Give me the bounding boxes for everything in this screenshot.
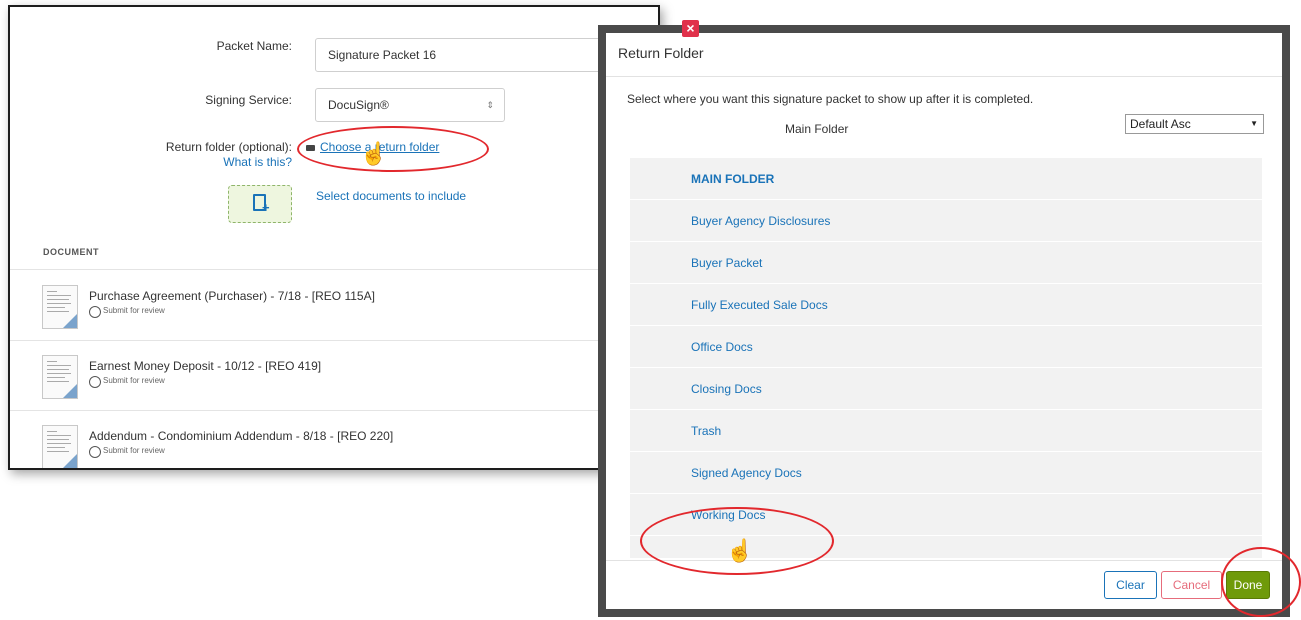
divider <box>10 410 658 411</box>
signing-service-select[interactable]: DocuSign® ⇕ <box>315 88 505 122</box>
close-icon[interactable]: × <box>682 20 699 37</box>
submit-for-review-label: Submit for review <box>103 446 165 455</box>
cancel-button[interactable]: Cancel <box>1161 571 1222 599</box>
submit-for-review-radio[interactable] <box>89 306 101 318</box>
caret-down-icon: ▼ <box>1250 119 1258 128</box>
select-arrows-icon: ⇕ <box>486 100 494 110</box>
submit-for-review-radio[interactable] <box>89 376 101 388</box>
folder-item-fully-executed-sale-docs[interactable]: Fully Executed Sale Docs <box>630 284 1262 326</box>
sort-order-select[interactable]: Default Asc ▼ <box>1125 114 1264 134</box>
what-is-this-link[interactable]: What is this? <box>182 155 292 169</box>
divider <box>606 76 1282 77</box>
document-title: Earnest Money Deposit - 10/12 - [REO 419… <box>89 359 322 373</box>
add-document-button[interactable]: + <box>228 185 292 223</box>
sort-order-value: Default Asc <box>1130 117 1191 131</box>
hand-cursor-icon: ☝ <box>360 141 388 166</box>
folder-item-main-folder[interactable]: MAIN FOLDER <box>630 158 1262 200</box>
folder-item-buyer-packet[interactable]: Buyer Packet <box>630 242 1262 284</box>
document-thumbnail <box>42 285 78 329</box>
signature-packet-form: Packet Name: Signature Packet 16 Signing… <box>8 5 660 470</box>
current-folder-label: Main Folder <box>785 122 849 136</box>
hand-cursor-icon: ☝ <box>726 538 754 563</box>
select-documents-link[interactable]: Select documents to include <box>316 189 466 203</box>
document-row: Addendum - Condominium Addendum - 8/18 -… <box>10 415 658 468</box>
document-row: Earnest Money Deposit - 10/12 - [REO 419… <box>10 345 658 405</box>
submit-for-review-label: Submit for review <box>103 306 165 315</box>
document-column-header: DOCUMENT <box>43 247 99 257</box>
return-folder-label: Return folder (optional): <box>165 140 292 154</box>
submit-for-review-label: Submit for review <box>103 376 165 385</box>
document-thumbnail <box>42 355 78 399</box>
folder-item-signed-agency-docs[interactable]: Signed Agency Docs <box>630 452 1262 494</box>
annotation-highlight-ellipse <box>1221 547 1301 617</box>
folder-item-buyer-agency-disclosures[interactable]: Buyer Agency Disclosures <box>630 200 1262 242</box>
submit-for-review-radio[interactable] <box>89 446 101 458</box>
folder-item-trash[interactable]: Trash <box>630 410 1262 452</box>
document-title: Addendum - Condominium Addendum - 8/18 -… <box>89 429 394 443</box>
modal-instruction: Select where you want this signature pac… <box>627 92 1034 106</box>
folder-item-office-docs[interactable]: Office Docs <box>630 326 1262 368</box>
clear-button[interactable]: Clear <box>1104 571 1157 599</box>
folder-list: MAIN FOLDER Buyer Agency Disclosures Buy… <box>630 158 1262 558</box>
signing-service-value: DocuSign® <box>328 98 389 112</box>
folder-item-closing-docs[interactable]: Closing Docs <box>630 368 1262 410</box>
divider <box>10 269 658 270</box>
annotation-highlight-ellipse <box>297 126 489 172</box>
packet-name-label: Packet Name: <box>216 39 292 53</box>
document-row: Purchase Agreement (Purchaser) - 7/18 - … <box>10 275 658 335</box>
modal-title: Return Folder <box>618 45 704 61</box>
signing-service-label: Signing Service: <box>205 93 292 107</box>
document-title: Purchase Agreement (Purchaser) - 7/18 - … <box>89 289 375 303</box>
divider <box>10 340 658 341</box>
plus-icon: + <box>262 200 270 215</box>
document-thumbnail <box>42 425 78 468</box>
